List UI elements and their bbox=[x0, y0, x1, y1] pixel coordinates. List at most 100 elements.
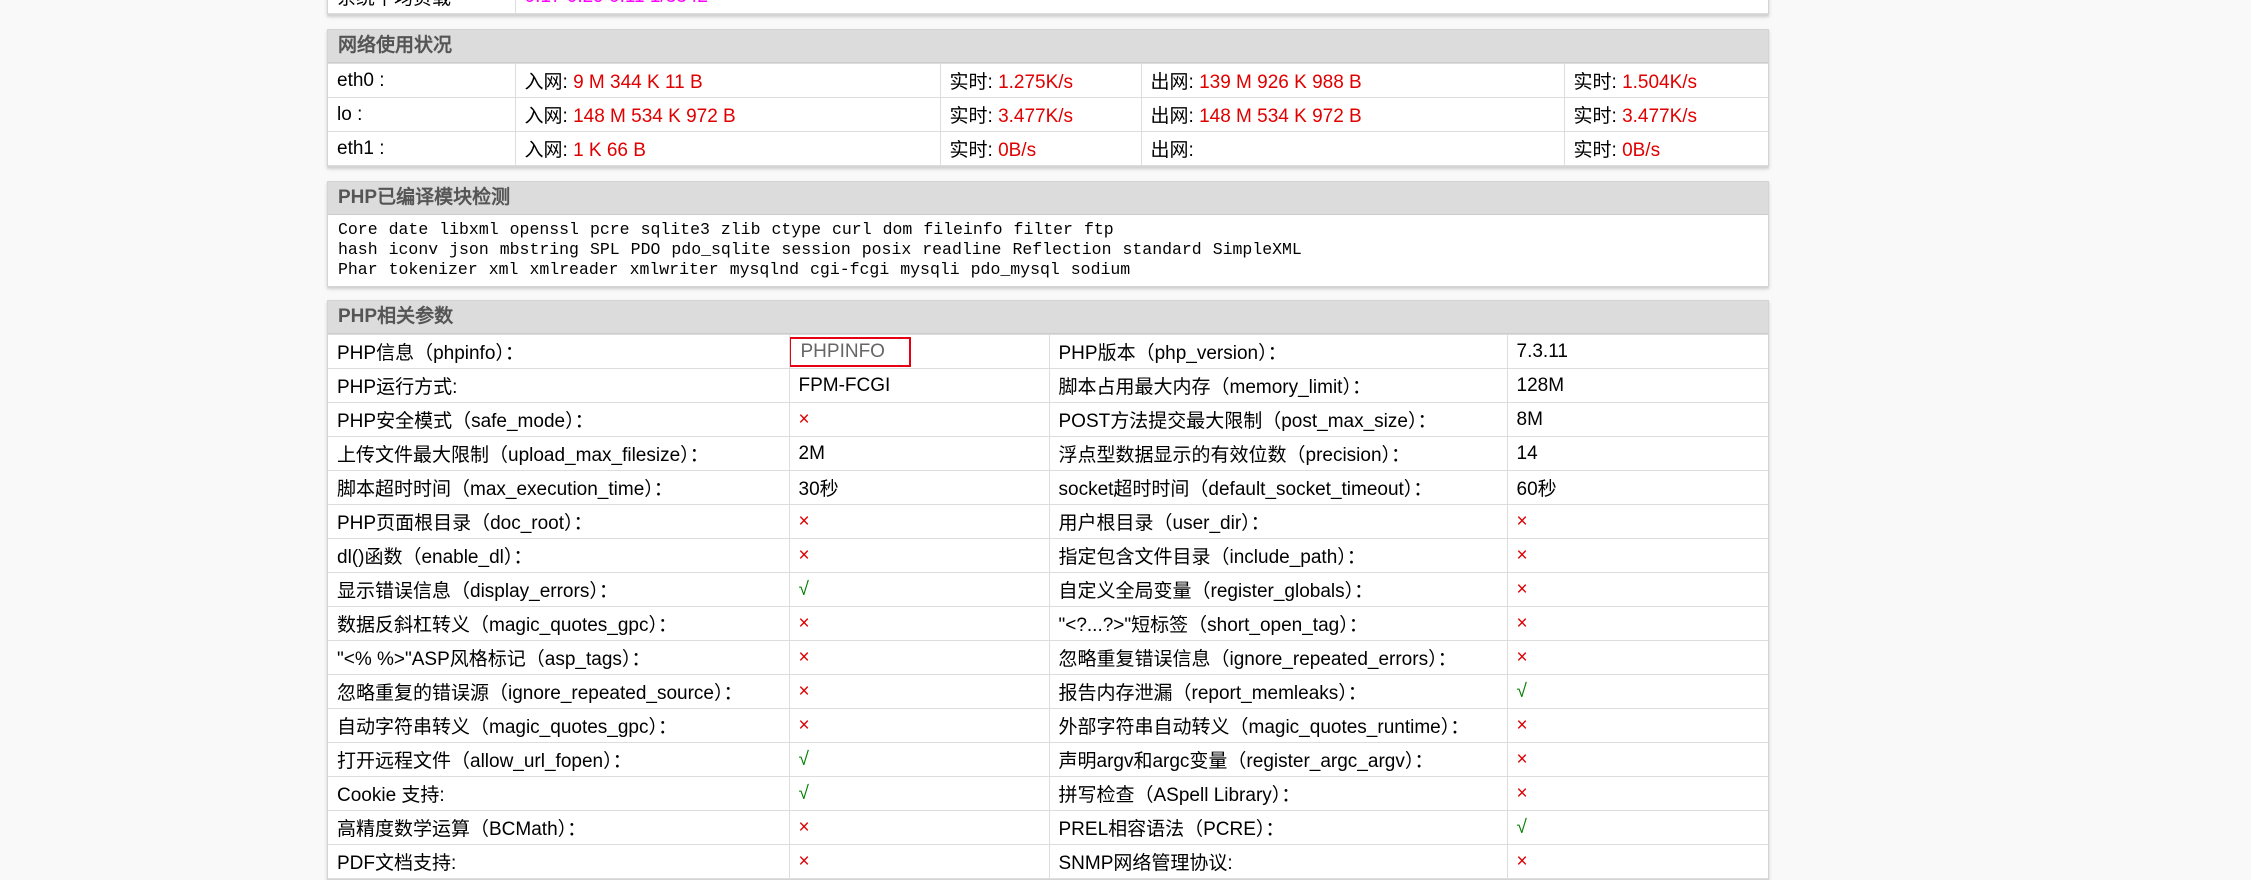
table-row: PDF文档支持: × SNMP网络管理协议: × bbox=[328, 844, 1768, 879]
out-rate-cell: 实时: 3.477K/s bbox=[1563, 97, 1768, 132]
module-name: pdo_sqlite bbox=[671, 240, 771, 259]
param-label: PHP版本（php_version）： bbox=[1048, 334, 1508, 369]
check-icon: √ bbox=[798, 578, 809, 600]
param-value-cell: × bbox=[1506, 742, 1768, 777]
module-line: hash iconv json mbstring SPL PDO pdo_sqlite ses… bbox=[338, 240, 1758, 260]
table-row: 忽略重复的错误源（ignore_repeated_source）： × 报告内存泄漏… bbox=[328, 674, 1768, 709]
out-total-label: 出网: bbox=[1150, 106, 1200, 127]
out-total-cell: 出网: 139 M 926 K 988 B bbox=[1140, 63, 1565, 98]
check-icon: √ bbox=[1516, 816, 1527, 838]
cross-icon: × bbox=[798, 850, 810, 872]
param-value-cell: 60秒 bbox=[1506, 470, 1768, 505]
module-name: SimpleXML bbox=[1212, 240, 1302, 259]
module-name: Core bbox=[338, 220, 378, 239]
in-rate-cell: 实时: 1.275K/s bbox=[939, 63, 1142, 98]
module-name: ctype bbox=[771, 220, 821, 239]
module-name: standard bbox=[1122, 240, 1202, 259]
param-value: FPM-FCGI bbox=[798, 374, 891, 396]
table-row: 系统平均负载 0.17 0.29 0.11 1/3342 bbox=[328, 0, 1768, 14]
param-label: 上传文件最大限制（upload_max_filesize）： bbox=[328, 436, 790, 471]
interface-name: eth0 : bbox=[328, 63, 516, 98]
module-name: sqlite3 bbox=[640, 220, 710, 239]
out-rate-value: 3.477K/s bbox=[1622, 106, 1698, 127]
param-label: 报告内存泄漏（report_memleaks）： bbox=[1048, 674, 1508, 709]
param-value: 14 bbox=[1516, 442, 1538, 464]
cross-icon: × bbox=[1516, 612, 1528, 634]
cross-icon: × bbox=[798, 714, 810, 736]
module-name: fileinfo bbox=[923, 220, 1003, 239]
param-label: 脚本占用最大内存（memory_limit）： bbox=[1048, 368, 1508, 403]
section-title: PHP已编译模块检测 bbox=[328, 182, 1768, 215]
interface-name: lo : bbox=[328, 97, 516, 132]
module-name: openssl bbox=[509, 220, 579, 239]
params-section: PHP相关参数 PHP信息（phpinfo）： PHPINFO PHP版本（php_… bbox=[327, 300, 1769, 880]
param-value-cell: × bbox=[1506, 538, 1768, 573]
in-total-cell: 入网: 9 M 344 K 11 B bbox=[514, 63, 941, 98]
param-value: 128M bbox=[1516, 374, 1565, 396]
param-value-cell: × bbox=[1506, 504, 1768, 539]
module-name: pcre bbox=[589, 220, 630, 239]
table-row: 高精度数学运算（BCMath）： × PREL相容语法（PCRE）： √ bbox=[328, 810, 1768, 845]
param-label: 浮点型数据显示的有效位数（precision）： bbox=[1048, 436, 1508, 471]
param-label: 声明argv和argc变量（register_argc_argv）： bbox=[1048, 742, 1508, 777]
param-value-cell: 30秒 bbox=[788, 470, 1050, 505]
param-value-cell: × bbox=[1506, 640, 1768, 675]
module-name: xmlreader bbox=[529, 260, 619, 279]
table-row: Cookie 支持: √ 拼写检查（ASpell Library）： × bbox=[328, 776, 1768, 811]
phpinfo-link[interactable]: PHPINFO bbox=[790, 336, 911, 367]
cross-icon: × bbox=[798, 408, 810, 430]
param-label: 忽略重复错误信息（ignore_repeated_errors）： bbox=[1048, 640, 1508, 675]
cross-icon: × bbox=[798, 646, 810, 668]
cross-icon: × bbox=[798, 816, 810, 838]
table-row: 脚本超时时间（max_execution_time）： 30秒 socket超时时间… bbox=[328, 470, 1768, 505]
param-label: 拼写检查（ASpell Library）： bbox=[1048, 776, 1508, 811]
network-section: 网络使用状况 eth0 : 入网: 9 M 344 K 11 B 实时: 1.275… bbox=[327, 29, 1769, 167]
check-icon: √ bbox=[1516, 680, 1527, 702]
module-name: mysqlnd bbox=[729, 260, 800, 279]
module-line: Phar tokenizer xml xmlreader xmlwriter mysqln… bbox=[338, 260, 1758, 280]
param-value-cell: 8M bbox=[1506, 402, 1768, 437]
param-value-cell: 14 bbox=[1506, 436, 1768, 471]
param-label: SNMP网络管理协议: bbox=[1048, 844, 1508, 879]
table-row: 打开远程文件（allow_url_fopen）： √ 声明argv和argc变量（r… bbox=[328, 742, 1768, 777]
cross-icon: × bbox=[1516, 850, 1528, 872]
cross-icon: × bbox=[1516, 578, 1528, 600]
in-rate-value: 3.477K/s bbox=[998, 106, 1074, 127]
section-title: PHP相关参数 bbox=[328, 301, 1768, 334]
section-title: 网络使用状况 bbox=[328, 30, 1768, 63]
in-total-value: 9 M 344 K 11 B bbox=[573, 72, 703, 93]
table-row: eth1 : 入网: 1 K 66 B 实时: 0B/s 出网: 实时: 0B/s bbox=[328, 131, 1768, 166]
param-value-cell: × bbox=[788, 810, 1050, 845]
table-row: 自动字符串转义（magic_quotes_gpc）： × 外部字符串自动转义（mag… bbox=[328, 708, 1768, 743]
in-rate-value: 0B/s bbox=[998, 140, 1037, 161]
module-name: posix bbox=[861, 240, 912, 259]
cross-icon: × bbox=[798, 612, 810, 634]
param-value-cell: √ bbox=[1506, 810, 1768, 845]
param-value-cell: × bbox=[1506, 844, 1768, 879]
out-rate-value: 1.504K/s bbox=[1622, 72, 1698, 93]
check-icon: √ bbox=[798, 748, 809, 770]
param-value: 30秒 bbox=[798, 479, 839, 500]
table-row: PHP信息（phpinfo）： PHPINFO PHP版本（php_version）… bbox=[328, 334, 1768, 369]
interface-name: eth1 : bbox=[328, 131, 516, 166]
module-name: zlib bbox=[720, 220, 761, 239]
in-rate-cell: 实时: 0B/s bbox=[939, 131, 1142, 166]
module-name: pdo_mysql bbox=[970, 260, 1060, 279]
param-label: PDF文档支持: bbox=[328, 844, 790, 879]
table-row: eth0 : 入网: 9 M 344 K 11 B 实时: 1.275K/s 出网: … bbox=[328, 63, 1768, 98]
param-label: "<% %>"ASP风格标记（asp_tags）： bbox=[328, 640, 790, 675]
param-label: 打开远程文件（allow_url_fopen）： bbox=[328, 742, 790, 777]
module-name: PDO bbox=[630, 240, 661, 259]
param-value-cell: 2M bbox=[788, 436, 1050, 471]
module-name: session bbox=[781, 240, 851, 259]
in-total-cell: 入网: 148 M 534 K 972 B bbox=[514, 97, 941, 132]
cross-icon: × bbox=[1516, 646, 1528, 668]
param-value-cell: √ bbox=[788, 742, 1050, 777]
param-label: 自动字符串转义（magic_quotes_gpc）： bbox=[328, 708, 790, 743]
param-label: PREL相容语法（PCRE）： bbox=[1048, 810, 1508, 845]
param-value-cell: × bbox=[788, 538, 1050, 573]
param-value-cell: × bbox=[788, 504, 1050, 539]
module-name: xmlwriter bbox=[629, 260, 719, 279]
in-total-label: 入网: bbox=[524, 140, 574, 161]
param-value-cell: 7.3.11 bbox=[1506, 334, 1768, 369]
